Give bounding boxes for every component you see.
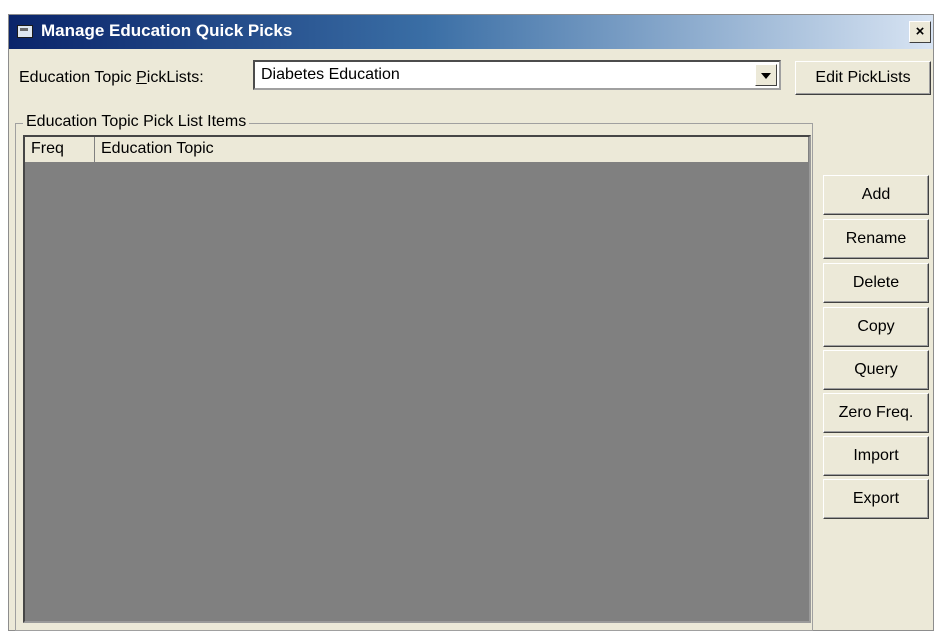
- column-header-freq[interactable]: Freq: [25, 137, 95, 163]
- manage-education-quick-picks-dialog: Manage Education Quick Picks × Education…: [8, 14, 934, 631]
- chevron-down-icon[interactable]: [755, 64, 777, 86]
- list-body[interactable]: [25, 163, 809, 621]
- edit-picklists-button[interactable]: Edit PickLists: [795, 61, 931, 95]
- export-button[interactable]: Export: [823, 479, 929, 519]
- picklists-dropdown-value: Diabetes Education: [261, 66, 400, 83]
- picklists-label-prefix: Education Topic: [19, 69, 137, 86]
- delete-button[interactable]: Delete: [823, 263, 929, 303]
- title-bar[interactable]: Manage Education Quick Picks ×: [9, 15, 933, 49]
- pick-list-items-group-label: Education Topic Pick List Items: [23, 113, 250, 131]
- copy-button[interactable]: Copy: [823, 307, 929, 347]
- import-button[interactable]: Import: [823, 436, 929, 476]
- pick-list-items-listview[interactable]: Freq Education Topic: [23, 135, 811, 623]
- window-title: Manage Education Quick Picks: [41, 21, 293, 40]
- picklists-label-accelerator: P: [136, 69, 147, 86]
- app-icon: [17, 25, 33, 38]
- picklists-dropdown[interactable]: Diabetes Education: [253, 60, 781, 90]
- rename-button[interactable]: Rename: [823, 219, 929, 259]
- picklists-label-suffix: ickLists:: [146, 69, 204, 86]
- add-button[interactable]: Add: [823, 175, 929, 215]
- picklists-label: Education Topic PickLists:: [19, 69, 204, 87]
- close-button[interactable]: ×: [909, 21, 931, 43]
- query-button[interactable]: Query: [823, 350, 929, 390]
- zero-freq-button[interactable]: Zero Freq.: [823, 393, 929, 433]
- list-header: Freq Education Topic: [25, 137, 809, 163]
- column-header-education-topic[interactable]: Education Topic: [95, 137, 809, 163]
